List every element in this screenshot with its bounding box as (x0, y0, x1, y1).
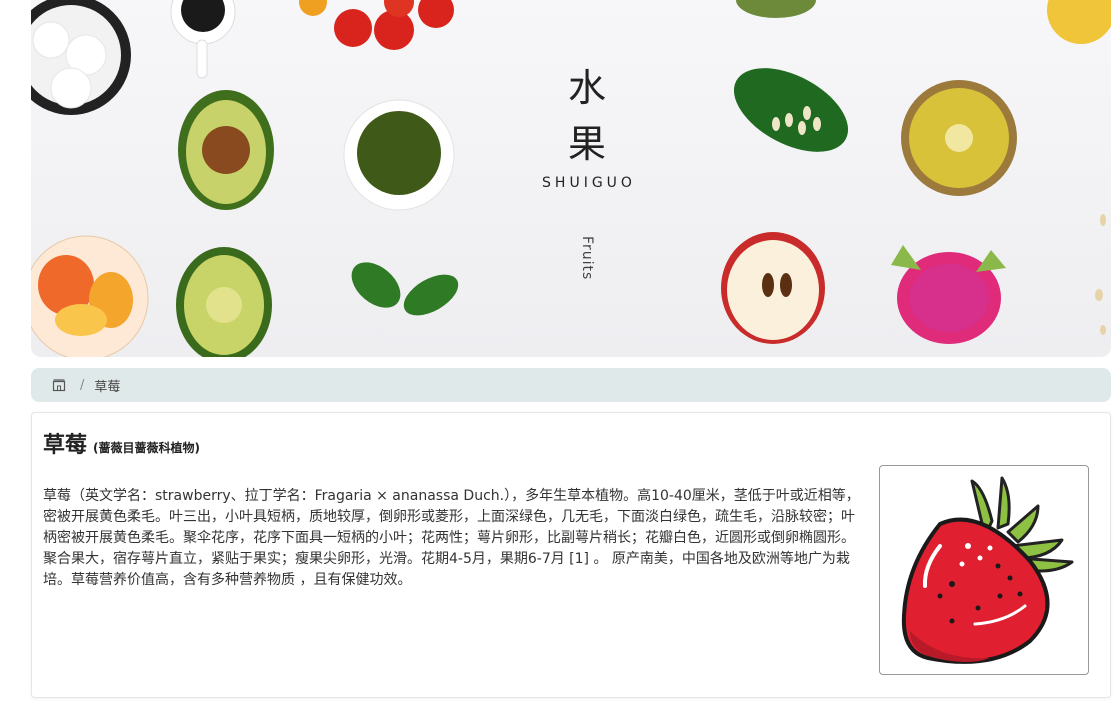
fruit-description: 草莓（英文学名：strawberry、拉丁学名：Fragaria × anana… (43, 488, 860, 588)
home-icon[interactable] (52, 378, 66, 392)
fruits-banner: 水 果 SHUIGUO Fruits (31, 0, 1111, 357)
banner-english: Fruits (579, 236, 595, 281)
fruit-detail-card: 草莓 (蔷薇目蔷薇科植物) 草莓（英文学名：strawberry、拉丁学名：Fra… (31, 412, 1111, 698)
breadcrumb-separator: / (80, 377, 85, 393)
fruit-subtitle: (蔷薇目蔷薇科植物) (93, 441, 200, 455)
fruit-title-block: 草莓 (蔷薇目蔷薇科植物) (43, 427, 200, 459)
banner-pinyin: SHUIGUO (542, 175, 636, 191)
breadcrumb-current: 草莓 (94, 379, 121, 395)
banner-title-line1: 水 (567, 66, 606, 110)
strawberry-icon (901, 476, 1074, 664)
breadcrumb: / 草莓 (31, 368, 1111, 402)
banner-title-line2: 果 (567, 122, 606, 166)
banner-title: 水 果 (567, 60, 607, 172)
fruit-image (879, 465, 1089, 675)
fruit-title: 草莓 (43, 433, 88, 458)
